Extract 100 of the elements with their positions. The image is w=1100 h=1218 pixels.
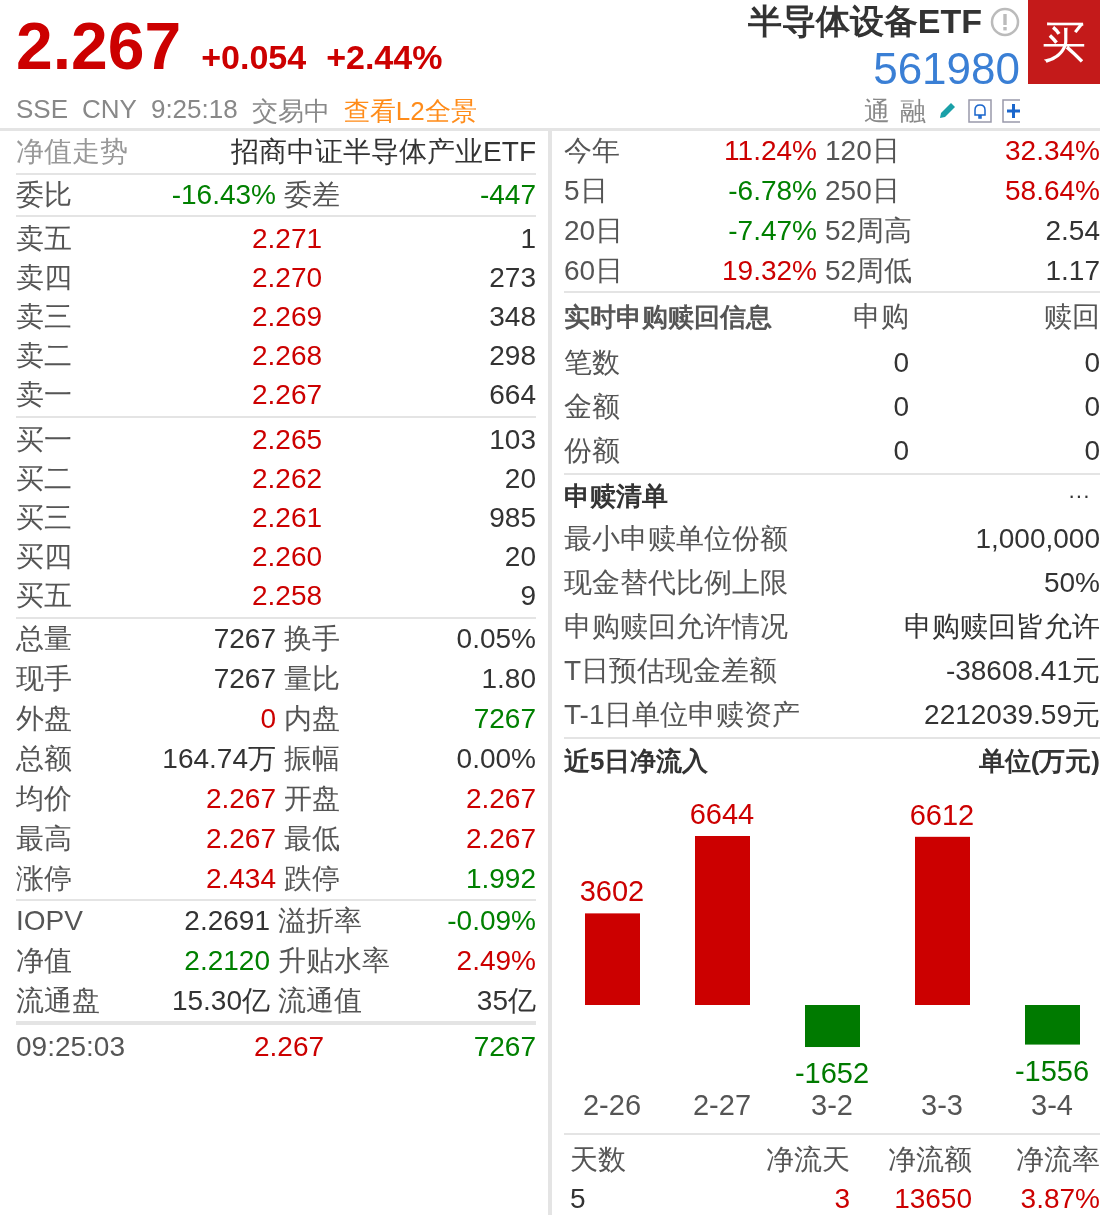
row-label: 金额 [564, 390, 621, 424]
return-label: 5日 [564, 174, 609, 208]
return-label: 60日 [564, 254, 625, 288]
return-label: 今年 [564, 134, 621, 168]
ask-price: 2.268 [252, 339, 324, 372]
bid-price: 2.265 [252, 423, 324, 456]
quote-time: 9:25:18 [150, 94, 238, 126]
return-label: 20日 [564, 214, 625, 248]
bid-price: 2.261 [252, 501, 324, 534]
stat-value: -0.09% [446, 905, 536, 937]
l2-link[interactable]: 查看L2全景 [343, 94, 477, 129]
column-header: 申购 [852, 300, 909, 334]
ask-level: 卖五 [16, 221, 73, 256]
table-cell-text: 3.87% [1019, 1183, 1100, 1215]
return-label: 52周低 [825, 254, 914, 288]
stat-label: 最高 [16, 822, 73, 856]
row-value: 2212039.59元 [924, 698, 1100, 732]
stat-value: 2.267 [464, 783, 536, 815]
return-label: 120日 [825, 134, 901, 168]
ask-level: 卖一 [16, 377, 73, 412]
ask-volume: 298 [488, 339, 536, 372]
table-cell-text: 0 [1083, 347, 1100, 379]
stat-value: 2.2120 [183, 945, 270, 977]
stat-value: 2.434 [204, 863, 276, 895]
ask-price: 2.271 [252, 222, 324, 255]
stat-label: 均价 [16, 782, 73, 816]
stat-label: 流通盘 [16, 984, 101, 1018]
unit-label: 单位(万元) [978, 744, 1100, 778]
table-cell-text: 0 [892, 435, 909, 467]
row-label: 现金替代比例上限 [564, 566, 788, 600]
stat-value: 0.05% [455, 623, 536, 655]
stat-label: 换手 [284, 622, 341, 656]
table-cell-text: 0 [892, 347, 909, 379]
stat-value: 2.267 [204, 783, 276, 815]
row-label: 申购赎回允许情况 [564, 610, 788, 644]
bar-value: 6612 [909, 798, 975, 831]
column-header: 净流率 [1015, 1143, 1100, 1177]
row-value: 1,000,000 [975, 523, 1100, 555]
bar-value: 3602 [579, 875, 645, 908]
bid-volume: 9 [519, 579, 536, 612]
tick-time: 09:25:03 [16, 1031, 126, 1063]
bar-value: -1652 [794, 1057, 870, 1089]
bid-level: 买二 [16, 461, 73, 496]
stat-value: 7267 [472, 703, 536, 735]
return-value: -6.78% [727, 175, 817, 207]
stat-label: IOPV [16, 905, 84, 937]
stat-label: 总额 [16, 742, 73, 776]
tick-price: 2.267 [254, 1031, 326, 1063]
ask-volume: 1 [519, 222, 536, 255]
stat-label: 溢折率 [278, 904, 363, 938]
stat-value: 7267 [212, 663, 276, 695]
ask-volume: 348 [488, 300, 536, 333]
stat-value: 15.30亿 [170, 984, 270, 1018]
return-value: 19.32% [721, 255, 817, 287]
table-cell-text: 0 [1083, 391, 1100, 423]
price-change: +0.054 [201, 38, 307, 77]
axis-label: 3-3 [921, 1089, 963, 1121]
stat-value: 1.80 [480, 663, 536, 695]
axis-label: 3-4 [1031, 1089, 1073, 1121]
stat-label: 涨停 [16, 862, 73, 896]
stat-value: 35亿 [475, 984, 536, 1018]
currency: CNY [82, 94, 137, 126]
tag-label[interactable]: 融 [900, 93, 926, 129]
trading-status: 交易中 [251, 95, 330, 128]
nav-trend-tab[interactable]: 净值走势 [16, 133, 128, 171]
exchange: SSE [16, 94, 69, 126]
return-value: -7.47% [727, 215, 817, 247]
bid-price: 2.258 [252, 579, 324, 612]
ask-level: 卖四 [16, 260, 73, 295]
stat-value: 2.267 [464, 823, 536, 855]
plus-icon[interactable] [1002, 99, 1020, 123]
fund-name: 半导体设备ETF [747, 1, 982, 42]
row-label: 笔数 [564, 346, 621, 380]
section-title: 实时申购赎回信息 [564, 300, 773, 334]
bid-level: 买四 [16, 539, 73, 574]
tag-label[interactable]: 通 [864, 93, 890, 129]
tick-volume: 7267 [472, 1031, 536, 1063]
ask-level: 卖三 [16, 299, 73, 334]
stat-value: 2.49% [455, 945, 536, 977]
bar-value: -1556 [1014, 1054, 1090, 1087]
bid-volume: 103 [488, 423, 536, 456]
return-label: 52周高 [825, 214, 914, 248]
column-header: 净流天 [765, 1143, 850, 1177]
return-label: 250日 [825, 174, 901, 208]
fund-full-name: 招商中证半导体产业ETF [231, 135, 536, 169]
stat-label: 委比 [16, 178, 73, 212]
column-header: 天数 [569, 1143, 627, 1177]
fund-code: 561980 [873, 44, 1020, 94]
table-cell-text: 13650 [893, 1183, 972, 1215]
stat-value: -16.43% [170, 179, 276, 211]
row-value: 申购赎回皆允许 [904, 610, 1100, 644]
buy-button[interactable]: 买 [1028, 0, 1100, 84]
stat-label: 升贴水率 [278, 944, 391, 978]
percent-change: +2.44% [326, 38, 443, 77]
table-cell-text: 0 [1083, 435, 1100, 467]
stat-label: 现手 [16, 662, 73, 696]
more-icon[interactable]: ··· [1068, 483, 1100, 509]
bell-icon[interactable] [968, 99, 992, 123]
bid-volume: 985 [488, 501, 536, 534]
table-cell-text: 3 [833, 1183, 850, 1215]
